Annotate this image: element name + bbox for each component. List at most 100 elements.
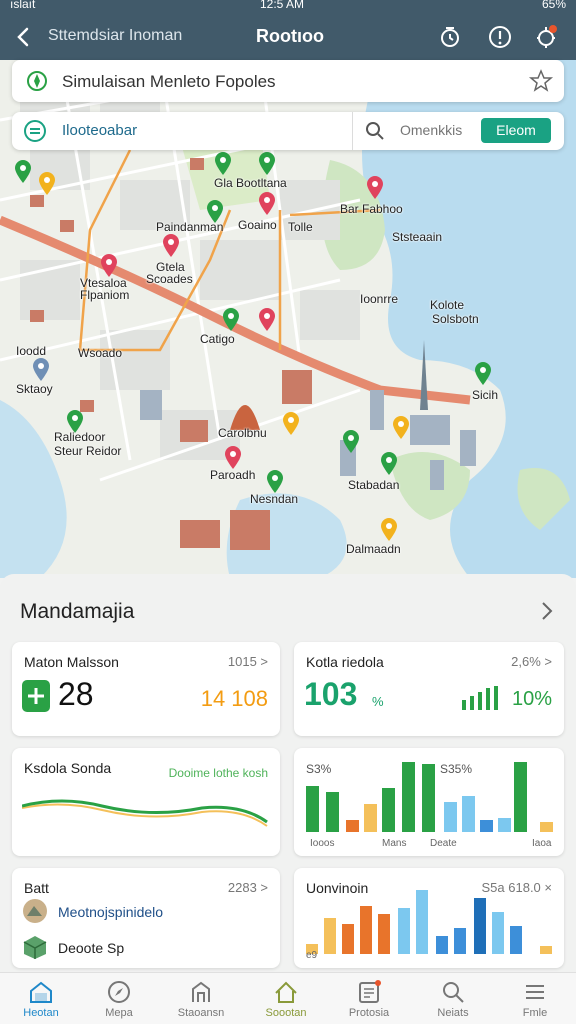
tab-location[interactable]: Soootan [245, 973, 327, 1024]
plus-badge-icon [22, 680, 50, 712]
map-label: Dalmaadn [346, 542, 401, 556]
box-icon [23, 936, 47, 959]
map-pin-green[interactable] [266, 470, 284, 494]
tab-label: Fmle [522, 1007, 548, 1019]
tab-menu[interactable]: Fmle [494, 973, 576, 1024]
card-title: Batt [24, 880, 49, 896]
axis-label: Deate [430, 838, 457, 849]
map-label: Sicih [472, 388, 499, 402]
house-icon [275, 981, 297, 1003]
list-item[interactable]: Meotnojspinidelo [22, 898, 272, 926]
map-pin-green[interactable] [380, 452, 398, 476]
map-pin-green[interactable] [222, 308, 240, 332]
bottom-sheet: Mandamajia Maton Malsson 1015 > 28 14 10… [0, 574, 576, 974]
layers-icon[interactable] [22, 118, 48, 144]
battery-text: 65% [541, 0, 566, 11]
map-label: Ioonrre [360, 292, 399, 306]
station-icon [192, 981, 210, 1002]
map-label: Sktaoy [16, 382, 53, 396]
top-nav: Sttemdsiar Inoman Rootıoo [0, 14, 576, 60]
stat-card[interactable]: Maton Malsson 1015 > 28 14 108 [12, 642, 280, 736]
map-pin-red[interactable] [162, 234, 180, 258]
map-label: Catigo [200, 332, 235, 346]
map-pin-red[interactable] [224, 446, 242, 470]
map-pin-orange[interactable] [380, 518, 398, 542]
map-pin-orange[interactable] [38, 172, 56, 196]
search-icon [443, 982, 464, 1003]
search-button[interactable]: Eleom [481, 118, 551, 143]
map-label: Wsoado [78, 346, 123, 360]
search-icon[interactable] [364, 120, 386, 142]
tab-label: Soootan [265, 1007, 307, 1019]
star-icon[interactable] [528, 68, 554, 94]
map-label: Vtesaloa [80, 276, 127, 290]
divider [352, 112, 353, 150]
card-meta[interactable]: 2,6% > [511, 654, 552, 669]
tab-label: Staoansn [177, 1007, 225, 1019]
map-label: Gla Bootltana [214, 176, 287, 190]
document-icon [359, 980, 381, 1003]
map-label: Paindanman [156, 220, 224, 234]
info-icon[interactable] [486, 23, 514, 51]
search-input[interactable] [400, 122, 480, 138]
axis-label: Iooos [310, 838, 335, 849]
tab-label: Protosia [348, 1007, 390, 1019]
map-label: Ioodd [16, 344, 47, 358]
map-label: Nesndan [250, 492, 299, 506]
map-pin-red[interactable] [258, 192, 276, 216]
info-card-title: Simulaisan Menleto Fopoles [62, 72, 276, 91]
mini-bars-icon [462, 686, 498, 710]
map-pin-orange[interactable] [282, 412, 300, 436]
map-pin-blue[interactable] [32, 358, 50, 382]
sheet-heading: Mandamajia [20, 600, 135, 623]
map-thumb-icon [23, 899, 47, 923]
map-label: Stabadan [348, 478, 400, 492]
map-label: Flpaniom [80, 288, 130, 302]
map-pin-green[interactable] [258, 152, 276, 176]
stat-card[interactable]: Kotla riedola 2,6% > 103 % 10% [294, 642, 564, 736]
map-label: Tolle [288, 220, 313, 234]
tab-search[interactable]: Neiats [412, 973, 494, 1024]
bar-card[interactable]: Uonvinoin S5a 618.0 × e9 [294, 868, 564, 968]
layer-selector[interactable]: Ilooteoabar [62, 122, 137, 139]
map-pin-orange[interactable] [392, 416, 410, 440]
card-title: Kotla riedola [306, 654, 384, 670]
list-card[interactable]: Batt 2283 > Meotnojspinidelo Deoote Sp [12, 868, 280, 968]
menu-icon [526, 985, 544, 999]
list-item[interactable]: Deoote Sp [22, 934, 272, 962]
axis-label: Iaoa [532, 838, 552, 849]
tab-stations[interactable]: Staoansn [160, 973, 242, 1024]
map-pin-green[interactable] [342, 430, 360, 454]
stat-side-value: 10% [511, 688, 552, 710]
map-pin-green[interactable] [474, 362, 492, 386]
back-arrow-icon[interactable] [10, 23, 38, 51]
trend-line [22, 799, 268, 827]
map-label: Goaino [238, 218, 277, 232]
map-label: Solsbotn [432, 312, 479, 326]
axis-label: e9 [306, 950, 318, 961]
map-pin-red[interactable] [366, 176, 384, 200]
card-meta[interactable]: 1015 > [228, 654, 268, 669]
home-icon [30, 981, 52, 1003]
map-label: Scoades [146, 272, 193, 286]
carrier-text: ıslaıt [10, 0, 36, 11]
map-pin-green[interactable] [14, 160, 32, 184]
map-pin-red[interactable] [258, 308, 276, 332]
tab-protocol[interactable]: Protosia [328, 973, 410, 1024]
axis-label: Mans [382, 838, 407, 849]
map-info-card[interactable]: Simulaisan Menleto Fopoles [12, 60, 564, 102]
notifications-icon[interactable] [532, 23, 560, 51]
map-label: Raliedoor [54, 430, 106, 444]
card-meta[interactable]: 2283 > [228, 880, 268, 895]
card-title: Ksdola Sonda [24, 760, 112, 776]
location-timer-icon[interactable] [436, 23, 464, 51]
map-pin-green[interactable] [214, 152, 232, 176]
trend-card[interactable]: Ksdola Sonda Dooime lothe kosh [12, 748, 280, 856]
bar-card[interactable]: S3% S35% Iooos Mans Deate Iaoa [294, 748, 564, 856]
tab-home[interactable]: Heotan [0, 973, 82, 1024]
map-label: Steur Reidor [54, 444, 122, 458]
tab-label: Neiats [437, 1007, 469, 1019]
map-pin-red[interactable] [100, 254, 118, 278]
tab-maps[interactable]: Mepa [78, 973, 160, 1024]
chevron-right-icon[interactable] [538, 598, 556, 624]
